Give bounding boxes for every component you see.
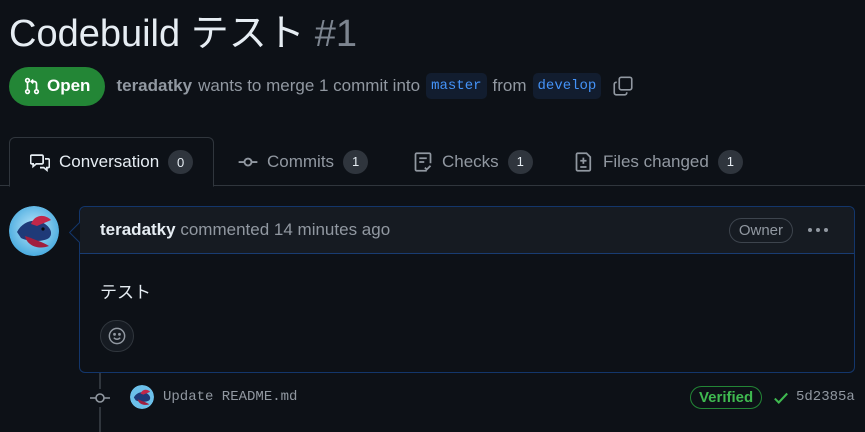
- git-commit-icon: [238, 157, 258, 166]
- tab-commits[interactable]: Commits 1: [238, 137, 369, 186]
- add-reaction-button[interactable]: [100, 320, 134, 352]
- tab-label: Conversation: [59, 152, 160, 171]
- commit-row: Update README.md Verified 5d2385a: [88, 383, 858, 413]
- tab-conversation[interactable]: Conversation 0: [9, 137, 215, 187]
- base-branch[interactable]: master: [426, 73, 487, 99]
- head-branch[interactable]: develop: [532, 73, 602, 99]
- pr-number: #1: [314, 13, 357, 55]
- copy-icon[interactable]: [613, 76, 633, 96]
- tab-label: Files changed: [603, 151, 709, 171]
- state-badge: Open: [9, 66, 106, 106]
- commit-sha[interactable]: 5d2385a: [796, 389, 855, 405]
- comment-discussion-icon: [30, 154, 50, 172]
- comment-box: teradatky commented 14 minutes ago Owner…: [79, 206, 855, 373]
- pr-title: Codebuild テスト #1: [9, 8, 357, 60]
- comment-header: teradatky commented 14 minutes ago Owner: [80, 207, 854, 254]
- pr-meta: Open teradatky wants to merge 1 commit i…: [9, 66, 633, 106]
- git-commit-icon: [90, 393, 110, 403]
- tab-counter: 1: [507, 149, 533, 174]
- smiley-icon: [108, 327, 126, 345]
- check-icon[interactable]: [772, 389, 790, 407]
- tab-counter: 0: [168, 150, 194, 174]
- tab-label: Checks: [442, 151, 499, 171]
- tab-counter: 1: [717, 149, 743, 174]
- comment-time[interactable]: 14 minutes ago: [274, 220, 390, 239]
- tab-files-changed[interactable]: Files changed 1: [574, 137, 743, 186]
- git-pull-request-icon: [24, 77, 40, 95]
- commit-node: [89, 389, 111, 407]
- tab-counter: 1: [343, 149, 369, 174]
- kebab-horizontal-icon[interactable]: [806, 221, 830, 239]
- comment-body: テスト: [100, 283, 151, 302]
- tab-checks[interactable]: Checks 1: [413, 137, 533, 186]
- owner-badge: Owner: [728, 218, 793, 243]
- betta-fish-avatar-icon: [9, 206, 59, 256]
- verified-badge[interactable]: Verified: [690, 386, 763, 409]
- avatar[interactable]: [9, 206, 59, 256]
- betta-fish-avatar-icon: [130, 385, 154, 409]
- checklist-icon: [414, 151, 432, 172]
- pr-title-text: Codebuild テスト: [9, 13, 305, 55]
- pr-tabs: Conversation 0 Commits 1 Checks 1 Files …: [0, 137, 865, 187]
- merge-text: wants to merge 1 commit into: [198, 76, 421, 95]
- file-diff-icon: [575, 151, 592, 172]
- author-link[interactable]: teradatky: [116, 76, 192, 96]
- commit-author-avatar[interactable]: [130, 385, 154, 409]
- comment-author[interactable]: teradatky: [100, 220, 176, 239]
- comment-meta: teradatky commented 14 minutes ago: [100, 220, 390, 240]
- from-text: from: [492, 76, 527, 95]
- merge-description: teradatky wants to merge 1 commit into m…: [116, 73, 633, 99]
- state-label: Open: [47, 76, 91, 95]
- tab-label: Commits: [267, 151, 335, 171]
- commit-message[interactable]: Update README.md: [163, 389, 297, 405]
- comment-action: commented: [180, 220, 270, 239]
